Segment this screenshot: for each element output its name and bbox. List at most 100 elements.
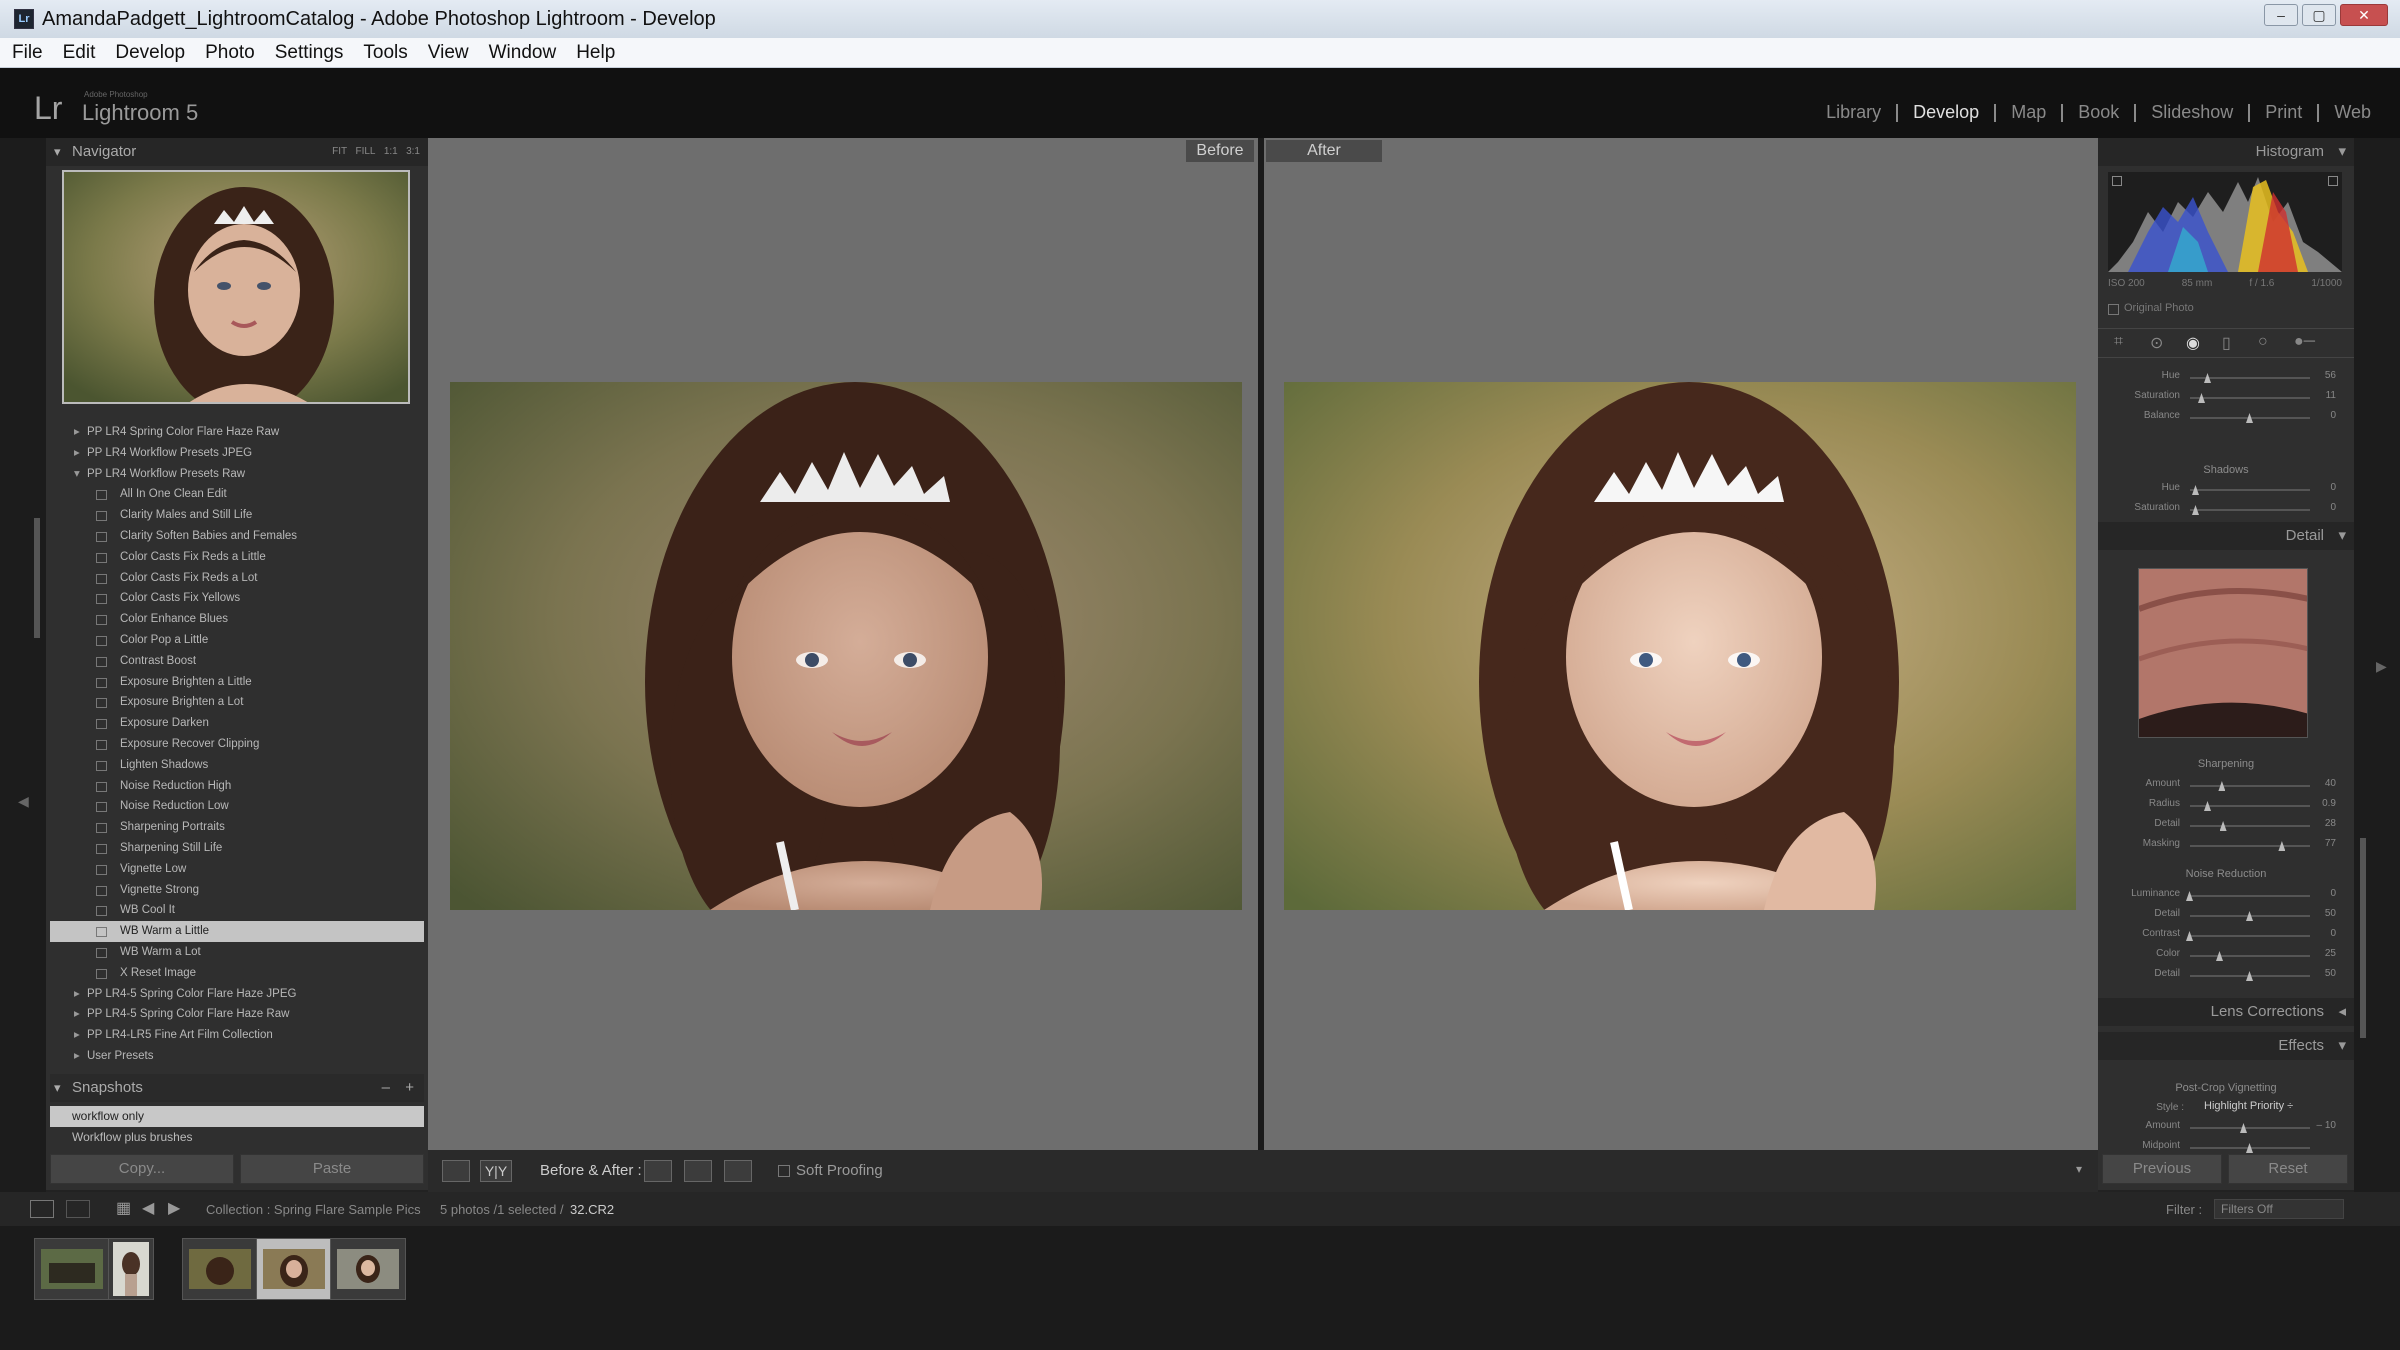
grid-view-icon[interactable]: ▦ — [116, 1198, 131, 1218]
preset-item[interactable]: Noise Reduction High — [50, 776, 424, 797]
preset-item[interactable]: Clarity Soften Babies and Females — [50, 526, 424, 547]
slider-track[interactable] — [2190, 785, 2310, 787]
snapshots-header[interactable]: ▾ Snapshots – + — [50, 1074, 424, 1102]
after-photo[interactable] — [1284, 382, 2076, 910]
forward-arrow-icon[interactable]: ▶ — [168, 1198, 180, 1218]
filmstrip-thumbnail[interactable] — [330, 1238, 406, 1300]
zoom-3-1[interactable]: 3:1 — [406, 146, 420, 157]
adjustment-brush-icon[interactable]: ●─ — [2294, 333, 2315, 351]
module-web[interactable]: Web — [2319, 102, 2386, 123]
copy-after-to-before-button[interactable] — [684, 1160, 712, 1182]
slider-value[interactable]: 50 — [2300, 968, 2336, 979]
maximize-button[interactable]: ▢ — [2302, 4, 2336, 26]
vignette-style-select[interactable]: Highlight Priority ÷ — [2204, 1100, 2293, 1112]
slider-track[interactable] — [2190, 489, 2310, 491]
previous-button[interactable]: Previous — [2102, 1154, 2222, 1184]
slider-value[interactable]: – 10 — [2300, 1120, 2336, 1131]
back-arrow-icon[interactable]: ◀ — [142, 1198, 154, 1218]
slider-track[interactable] — [2190, 895, 2310, 897]
primary-display-icon[interactable] — [30, 1200, 54, 1218]
detail-zoom-preview[interactable] — [2138, 568, 2308, 738]
zoom-fill[interactable]: FILL — [355, 146, 375, 157]
slider-value[interactable]: 0.9 — [2300, 798, 2336, 809]
reset-button[interactable]: Reset — [2228, 1154, 2348, 1184]
minimize-button[interactable]: – — [2264, 4, 2298, 26]
collapse-left-icon[interactable]: ◀ — [18, 793, 29, 810]
loupe-view-button[interactable] — [442, 1160, 470, 1182]
secondary-display-icon[interactable] — [66, 1200, 90, 1218]
shadow-clipping-toggle[interactable] — [2112, 176, 2122, 186]
preset-folder[interactable]: PP LR4 Spring Color Flare Haze Raw — [50, 422, 424, 443]
copy-before-to-after-button[interactable] — [644, 1160, 672, 1182]
swap-before-after-button[interactable] — [724, 1160, 752, 1182]
red-eye-icon[interactable]: ◉ — [2186, 333, 2200, 353]
slider-value[interactable]: 28 — [2300, 818, 2336, 829]
preset-item[interactable]: Color Casts Fix Yellows — [50, 588, 424, 609]
radial-filter-icon[interactable]: ○ — [2258, 333, 2268, 351]
preset-folder[interactable]: PP LR4-5 Spring Color Flare Haze Raw — [50, 1004, 424, 1025]
preset-folder[interactable]: PP LR4-5 Spring Color Flare Haze JPEG — [50, 984, 424, 1005]
before-photo[interactable] — [450, 382, 1242, 910]
graduated-filter-icon[interactable]: ▯ — [2222, 333, 2231, 353]
module-map[interactable]: Map — [1996, 102, 2061, 123]
preset-item[interactable]: Color Casts Fix Reds a Lot — [50, 568, 424, 589]
slider-value[interactable]: 0 — [2300, 928, 2336, 939]
preset-item[interactable]: Exposure Brighten a Lot — [50, 692, 424, 713]
preset-item[interactable]: Vignette Strong — [50, 880, 424, 901]
module-print[interactable]: Print — [2250, 102, 2317, 123]
slider-value[interactable]: 25 — [2300, 948, 2336, 959]
menu-settings[interactable]: Settings — [275, 42, 344, 64]
preset-item[interactable]: Contrast Boost — [50, 651, 424, 672]
slider-track[interactable] — [2190, 397, 2310, 399]
preset-item-selected[interactable]: WB Warm a Little — [50, 921, 424, 942]
slider-value[interactable]: 0 — [2300, 482, 2336, 493]
collapse-right-icon[interactable]: ▶ — [2376, 658, 2387, 675]
slider-value[interactable]: 50 — [2300, 908, 2336, 919]
preset-item[interactable]: Exposure Brighten a Little — [50, 672, 424, 693]
slider-track[interactable] — [2190, 935, 2310, 937]
preset-item[interactable]: Sharpening Still Life — [50, 838, 424, 859]
zoom-1-1[interactable]: 1:1 — [384, 146, 398, 157]
zoom-fit[interactable]: FIT — [332, 146, 347, 157]
snapshot-item[interactable]: Workflow plus brushes — [50, 1127, 424, 1148]
slider-value[interactable]: 0 — [2300, 502, 2336, 513]
preset-item[interactable]: Noise Reduction Low — [50, 796, 424, 817]
slider-track[interactable] — [2190, 845, 2310, 847]
copy-button[interactable]: Copy... — [50, 1154, 234, 1184]
slider-track[interactable] — [2190, 1127, 2310, 1129]
menu-help[interactable]: Help — [576, 42, 615, 64]
soft-proofing-checkbox[interactable] — [778, 1165, 790, 1177]
module-library[interactable]: Library — [1811, 102, 1896, 123]
slider-value[interactable]: 77 — [2300, 838, 2336, 849]
effects-header[interactable]: Effects ▾ — [2098, 1032, 2354, 1060]
preset-item[interactable]: Color Enhance Blues — [50, 609, 424, 630]
menu-window[interactable]: Window — [489, 42, 557, 64]
menu-develop[interactable]: Develop — [115, 42, 185, 64]
preset-folder[interactable]: PP LR4-LR5 Fine Art Film Collection — [50, 1025, 424, 1046]
toolbar-menu-chevron-icon[interactable]: ▾ — [2076, 1162, 2082, 1176]
add-snapshot-button[interactable]: + — [405, 1074, 414, 1102]
slider-value[interactable]: 0 — [2300, 888, 2336, 899]
menu-view[interactable]: View — [428, 42, 469, 64]
lens-corrections-header[interactable]: Lens Corrections ◂ — [2098, 998, 2354, 1026]
preset-folder[interactable]: PP LR4 Workflow Presets Raw — [50, 464, 424, 485]
preset-item[interactable]: WB Warm a Lot — [50, 942, 424, 963]
spot-removal-icon[interactable]: ⊙ — [2150, 333, 2163, 353]
slider-value[interactable]: 11 — [2300, 390, 2336, 401]
preset-item[interactable]: X Reset Image — [50, 963, 424, 984]
crop-icon[interactable]: ⌗ — [2114, 333, 2123, 351]
navigator-preview[interactable] — [62, 170, 410, 404]
preset-item[interactable]: Sharpening Portraits — [50, 817, 424, 838]
preset-item[interactable]: All In One Clean Edit — [50, 484, 424, 505]
preset-item[interactable]: Exposure Recover Clipping — [50, 734, 424, 755]
highlight-clipping-toggle[interactable] — [2328, 176, 2338, 186]
navigator-header[interactable]: ▾ Navigator FIT FILL 1:1 3:1 — [46, 138, 428, 166]
module-slideshow[interactable]: Slideshow — [2136, 102, 2248, 123]
filmstrip-thumbnail-selected[interactable] — [256, 1238, 332, 1300]
menu-edit[interactable]: Edit — [63, 42, 96, 64]
menu-file[interactable]: File — [12, 42, 43, 64]
slider-value[interactable]: 0 — [2300, 410, 2336, 421]
preset-item[interactable]: Lighten Shadows — [50, 755, 424, 776]
histogram-header[interactable]: Histogram ▾ — [2098, 138, 2354, 166]
close-button[interactable]: ✕ — [2340, 4, 2388, 26]
